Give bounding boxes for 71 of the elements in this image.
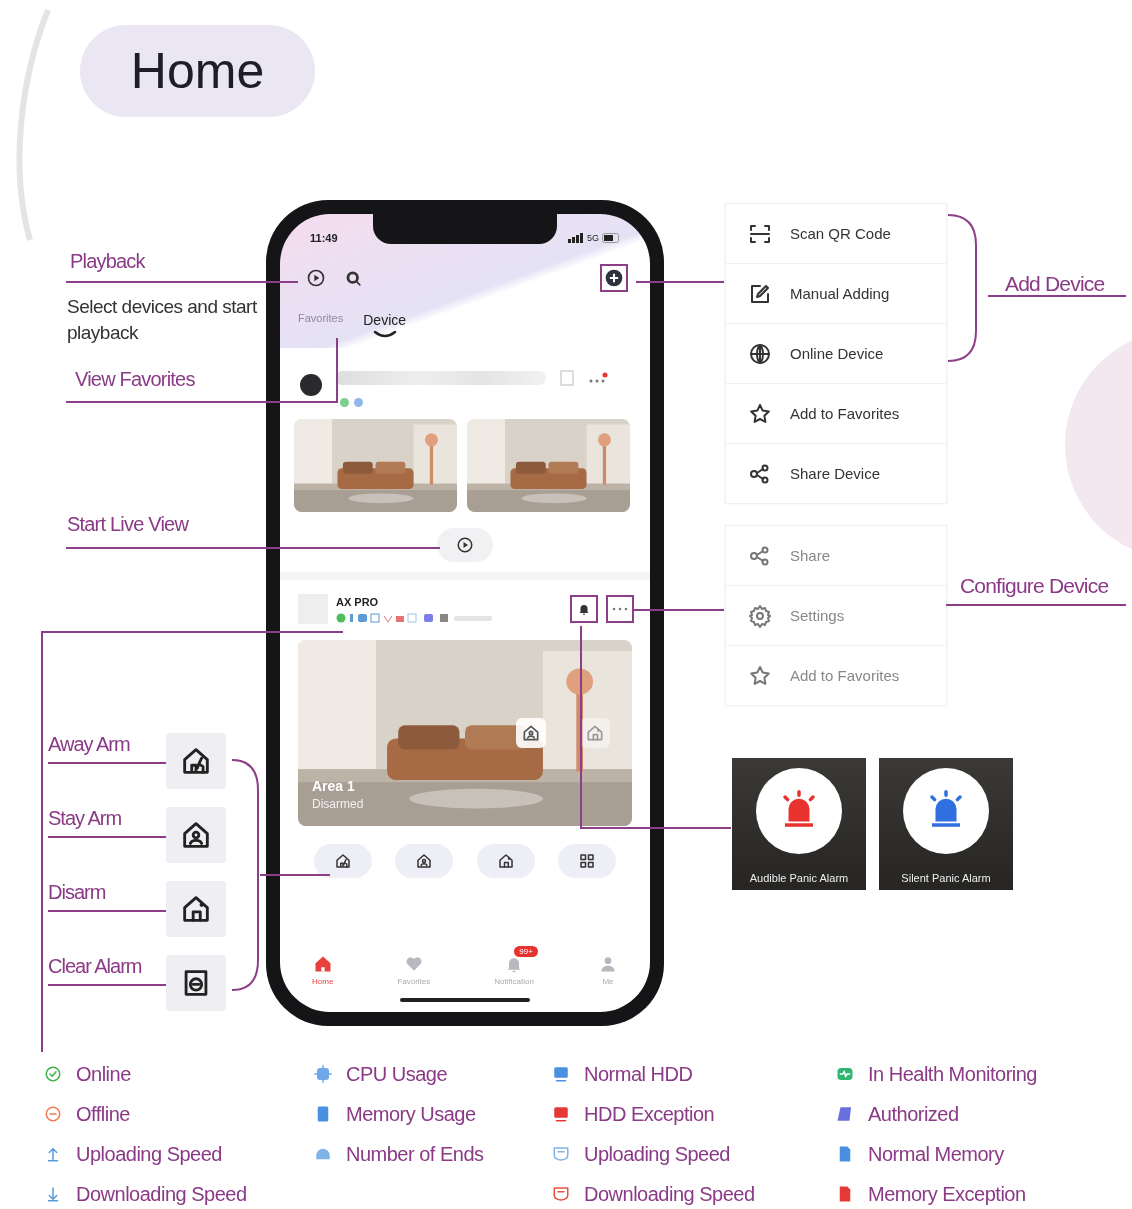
alarm-button[interactable] <box>572 597 596 621</box>
menu-item[interactable]: Share <box>726 526 946 586</box>
panic-alarm-tile[interactable]: Audible Panic Alarm <box>732 758 866 890</box>
alarm-icon <box>577 602 591 616</box>
status-time: 11:49 <box>310 232 338 244</box>
configure-device-label: Configure Device <box>960 574 1109 598</box>
legend-label: Online <box>76 1062 131 1086</box>
panic-alarm-tile[interactable]: Silent Panic Alarm <box>879 758 1013 890</box>
legend-label: Downloading Speed <box>76 1182 247 1206</box>
star-icon <box>748 401 772 426</box>
playback-label: Playback <box>70 250 145 273</box>
tab-indicator <box>372 330 397 338</box>
legend-label: Authorized <box>868 1102 959 1126</box>
legend-label: In Health Monitoring <box>868 1062 1037 1086</box>
view-favorites-label: View Favorites <box>75 368 195 391</box>
disarm-button[interactable] <box>580 718 610 748</box>
cpu-dot <box>354 398 363 407</box>
notification-badge: 99+ <box>514 946 538 957</box>
disarm-button[interactable] <box>476 844 535 878</box>
battery-icon <box>602 233 622 243</box>
legend-label: Normal Memory <box>868 1142 1004 1166</box>
legend-label: Number of Ends <box>346 1142 484 1166</box>
legend-label: HDD Exception <box>584 1102 715 1126</box>
network-label: 5G <box>587 233 599 243</box>
more-icon <box>612 607 628 611</box>
device-tab[interactable]: Device <box>363 312 407 338</box>
device-name: AX PRO <box>336 595 380 608</box>
bottom-tab[interactable]: Notification 99+ <box>484 946 544 986</box>
house-icon <box>585 723 605 743</box>
legend-label: Downloading Speed <box>584 1182 755 1206</box>
start-live-view-label: Start Live View <box>67 513 189 536</box>
add-device-label: Add Device <box>1005 272 1105 296</box>
disarm-house-icon <box>496 852 515 870</box>
menu-item[interactable]: Add to Favorites <box>726 646 946 705</box>
legend-label: Memory Exception <box>868 1182 1026 1206</box>
stay-button[interactable] <box>395 844 454 878</box>
add-button[interactable] <box>602 266 626 290</box>
legend-label: Uploading Speed <box>76 1142 222 1166</box>
online-dot <box>340 398 349 407</box>
grid-button[interactable] <box>558 844 616 878</box>
menu-item[interactable]: Share Device <box>726 444 946 503</box>
playback-description: Select devices and start playback <box>67 295 258 345</box>
menu-item[interactable]: Add to Favorites <box>726 384 946 444</box>
page-title: Home <box>80 25 315 117</box>
stay-arm-button[interactable] <box>516 718 546 748</box>
more-icon[interactable] <box>588 372 608 384</box>
playback-icon[interactable] <box>306 268 326 288</box>
area-status: Disarmed <box>312 797 364 811</box>
menu-item[interactable]: Online Device <box>726 324 946 384</box>
away-button[interactable] <box>314 844 372 878</box>
legend-label: Uploading Speed <box>584 1142 730 1166</box>
menu-item[interactable]: Settings <box>726 586 946 646</box>
legend-label: Offline <box>76 1102 130 1126</box>
away-house-icon <box>334 852 352 870</box>
stay-house-icon <box>415 852 434 870</box>
device-avatar <box>300 374 322 396</box>
menu-item[interactable]: Scan QR Code <box>726 204 946 264</box>
globe-icon <box>748 341 772 366</box>
area-name: Area 1 <box>312 778 355 794</box>
menu-item[interactable]: Manual Adding <box>726 264 946 324</box>
play-icon <box>456 536 474 554</box>
live-view-button[interactable] <box>437 528 493 562</box>
bottom-tab[interactable]: Home <box>302 946 344 986</box>
star-icon <box>748 663 772 688</box>
house-person-icon <box>521 723 541 743</box>
legend-label: Normal HDD <box>584 1062 693 1086</box>
gear-icon <box>748 603 772 628</box>
legend-label: Memory Usage <box>346 1102 476 1126</box>
legend-label: CPU Usage <box>346 1062 448 1086</box>
signal-icon <box>568 233 584 243</box>
plus-icon <box>604 268 624 288</box>
